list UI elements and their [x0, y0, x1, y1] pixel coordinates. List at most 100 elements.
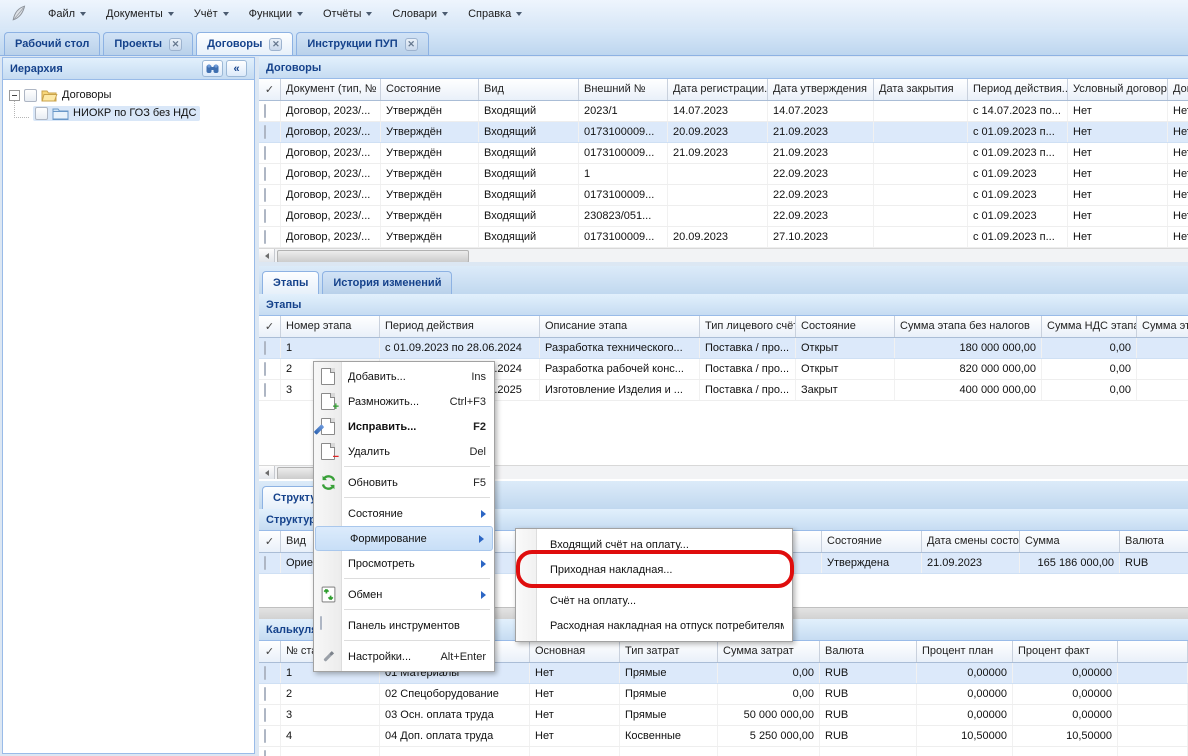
contracts-row[interactable]: Договор, 2023/...УтверждёнВходящий017310… — [259, 122, 1188, 143]
structure-column-header[interactable]: Состояние — [822, 531, 922, 552]
contracts-column-header[interactable]: Документ (тип, № — [281, 79, 381, 100]
stages-column-header[interactable]: Период действия — [380, 316, 540, 337]
contracts-row[interactable]: Договор, 2023/...УтверждёнВходящий122.09… — [259, 164, 1188, 185]
row-checkbox[interactable] — [264, 125, 266, 139]
submenu-item-4[interactable]: Расходная накладная на отпуск потребител… — [516, 613, 792, 638]
contracts-column-header[interactable]: Условный договор — [1068, 79, 1168, 100]
submenu-item-0[interactable]: Входящий счёт на оплату... — [516, 532, 792, 557]
row-checkbox[interactable] — [264, 750, 266, 756]
collapse-minus-icon[interactable] — [9, 90, 20, 101]
row-checkbox[interactable] — [264, 556, 266, 570]
row-checkbox[interactable] — [264, 188, 266, 202]
structure-column-header[interactable]: ✓ — [259, 531, 281, 552]
calc-column-header[interactable]: Основная — [530, 641, 620, 662]
context-menu-item-9[interactable]: Просмотреть — [314, 551, 494, 576]
tab-close-icon[interactable]: ✕ — [169, 38, 182, 51]
context-menu-item-7[interactable]: Состояние — [314, 501, 494, 526]
stages-column-header[interactable]: Номер этапа — [281, 316, 380, 337]
scroll-left-icon[interactable] — [259, 466, 275, 479]
tree-node-child[interactable]: НИОКР по ГОЗ без НДС — [7, 104, 254, 122]
contracts-row[interactable]: Договор, 2023/...УтверждёнВходящий017310… — [259, 227, 1188, 248]
context-menu-item-8[interactable]: Формирование — [315, 526, 493, 551]
row-checkbox[interactable] — [264, 104, 266, 118]
calc-column-header[interactable] — [1118, 641, 1188, 662]
calc-column-header[interactable]: Сумма затрат — [718, 641, 820, 662]
contracts-column-header[interactable]: Внешний № — [579, 79, 668, 100]
scrollbar-thumb[interactable] — [277, 250, 469, 262]
calc-row[interactable] — [259, 747, 1188, 756]
search-icon[interactable] — [202, 60, 223, 77]
tab-Инструкции ПУП[interactable]: Инструкции ПУП✕ — [296, 32, 428, 55]
tab-close-icon[interactable]: ✕ — [405, 38, 418, 51]
tab-close-icon[interactable]: ✕ — [269, 38, 282, 51]
stages-column-header[interactable]: Состояние — [796, 316, 895, 337]
tab-Договоры[interactable]: Договоры✕ — [196, 32, 293, 55]
structure-column-header[interactable]: Валюта — [1120, 531, 1188, 552]
context-menu-item-11[interactable]: Обмен — [314, 582, 494, 607]
contracts-column-header[interactable]: Период действия.. — [968, 79, 1068, 100]
stages-column-header[interactable]: Описание этапа — [540, 316, 700, 337]
contracts-row[interactable]: Договор, 2023/...УтверждёнВходящий2023/1… — [259, 101, 1188, 122]
context-menu-item-0[interactable]: Добавить...Ins — [314, 364, 494, 389]
row-checkbox[interactable] — [264, 209, 266, 223]
contracts-row[interactable]: Договор, 2023/...УтверждёнВходящий230823… — [259, 206, 1188, 227]
submenu-item-prihodnaya-nakladnaya[interactable]: Приходная накладная... — [516, 557, 792, 582]
stages-row[interactable]: 1с 01.09.2023 по 28.06.2024Разработка те… — [259, 338, 1188, 359]
context-menu-item-1[interactable]: +Размножить...Ctrl+F3 — [314, 389, 494, 414]
calc-row[interactable]: 404 Доп. оплата трудаНетКосвенные5 250 0… — [259, 726, 1188, 747]
context-menu-item-3[interactable]: −УдалитьDel — [314, 439, 494, 464]
row-checkbox[interactable] — [264, 708, 266, 722]
menubar-item-1[interactable]: Документы — [96, 3, 184, 25]
row-checkbox[interactable] — [264, 341, 266, 355]
menubar-item-4[interactable]: Отчёты — [313, 3, 382, 25]
row-checkbox[interactable] — [264, 383, 266, 397]
collapse-panel-button[interactable]: « — [226, 60, 247, 77]
row-checkbox[interactable] — [264, 167, 266, 181]
row-checkbox[interactable] — [264, 230, 266, 244]
tab-Этапы[interactable]: Этапы — [262, 271, 319, 294]
tree-node-root[interactable]: Договоры — [7, 86, 254, 104]
contracts-column-header[interactable]: Вид — [479, 79, 579, 100]
menubar-item-2[interactable]: Учёт — [184, 3, 239, 25]
contracts-column-header[interactable]: Дата регистрации. — [668, 79, 768, 100]
tab-История изменений[interactable]: История изменений — [322, 271, 452, 294]
stages-column-header[interactable]: ✓ — [259, 316, 281, 337]
tree-node-selected[interactable]: НИОКР по ГОЗ без НДС — [33, 106, 200, 121]
tree-node-checkbox[interactable] — [35, 107, 48, 120]
row-checkbox[interactable] — [264, 687, 266, 701]
context-menu-item-15[interactable]: Настройки...Alt+Enter — [314, 644, 494, 669]
structure-column-header[interactable]: Сумма — [1020, 531, 1120, 552]
contracts-column-header[interactable]: Дата закрытия — [874, 79, 968, 100]
row-checkbox[interactable] — [264, 666, 266, 680]
stages-column-header[interactable]: Сумма этапа без налогов — [895, 316, 1042, 337]
calc-column-header[interactable]: Процент план — [917, 641, 1013, 662]
contracts-hscrollbar[interactable] — [259, 248, 1188, 262]
structure-column-header[interactable]: Дата смены состоя — [922, 531, 1020, 552]
calc-column-header[interactable]: Процент факт — [1013, 641, 1118, 662]
menubar-item-0[interactable]: Файл — [38, 3, 96, 25]
calc-row[interactable]: 303 Осн. оплата трудаНетПрямые50 000 000… — [259, 705, 1188, 726]
calc-column-header[interactable]: ✓ — [259, 641, 281, 662]
context-menu-item-13[interactable]: Панель инструментов — [314, 613, 494, 638]
contracts-row[interactable]: Договор, 2023/...УтверждёнВходящий017310… — [259, 185, 1188, 206]
contracts-column-header[interactable]: ✓ — [259, 79, 281, 100]
contracts-column-header[interactable]: Дого... — [1168, 79, 1188, 100]
contracts-column-header[interactable]: Состояние — [381, 79, 479, 100]
context-menu-item-2[interactable]: Исправить...F2 — [314, 414, 494, 439]
scroll-left-icon[interactable] — [259, 249, 275, 262]
contracts-row[interactable]: Договор, 2023/...УтверждёнВходящий017310… — [259, 143, 1188, 164]
row-checkbox[interactable] — [264, 362, 266, 376]
menubar-item-5[interactable]: Словари — [382, 3, 458, 25]
tab-Проекты[interactable]: Проекты✕ — [103, 32, 193, 55]
context-menu-item-5[interactable]: ОбновитьF5 — [314, 470, 494, 495]
calc-column-header[interactable]: Тип затрат — [620, 641, 718, 662]
calc-row[interactable]: 202 СпецоборудованиеНетПрямые0,00RUB0,00… — [259, 684, 1188, 705]
stages-column-header[interactable]: Тип лицевого счёт — [700, 316, 796, 337]
submenu-item-3[interactable]: Счёт на оплату... — [516, 588, 792, 613]
calc-column-header[interactable]: Валюта — [820, 641, 917, 662]
menubar-item-6[interactable]: Справка — [458, 3, 532, 25]
stages-column-header[interactable]: Сумма эт... — [1137, 316, 1188, 337]
row-checkbox[interactable] — [264, 729, 266, 743]
row-checkbox[interactable] — [264, 146, 266, 160]
stages-column-header[interactable]: Сумма НДС этапа — [1042, 316, 1137, 337]
